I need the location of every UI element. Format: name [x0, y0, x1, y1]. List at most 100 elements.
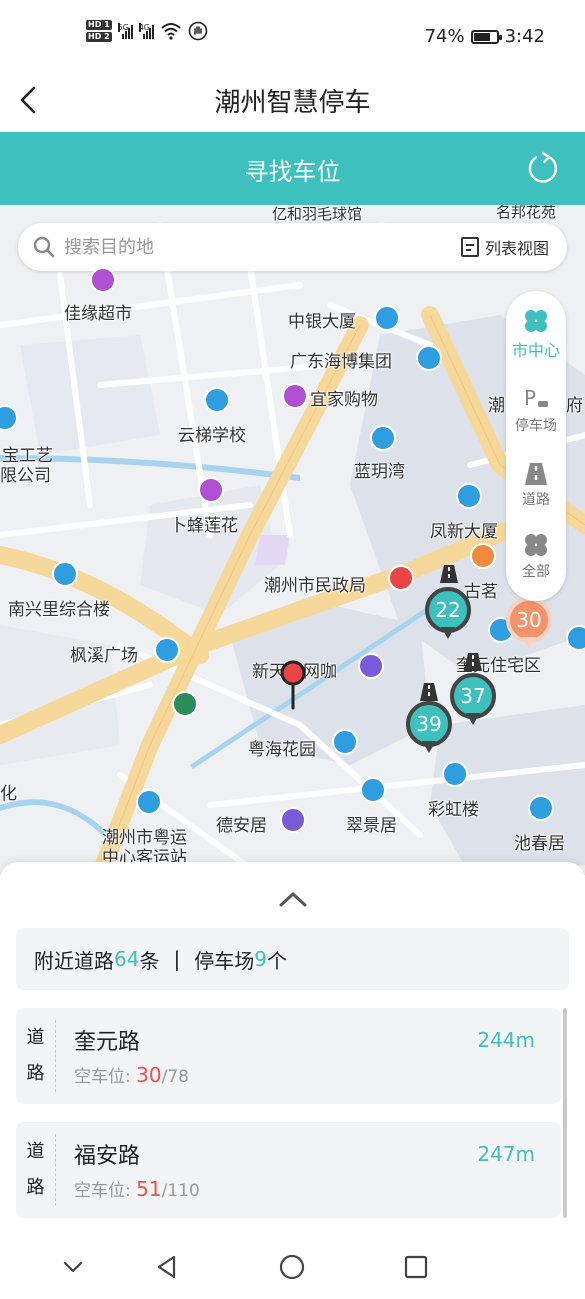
food-poi-icon[interactable]: [470, 543, 496, 569]
school-poi-icon[interactable]: [204, 387, 230, 413]
road-name: 奎元路: [74, 1030, 141, 1055]
office-poi-icon[interactable]: [374, 305, 400, 331]
filter-label: 道路: [522, 492, 550, 508]
search-input[interactable]: [64, 229, 434, 265]
system-nav-bar: [0, 1234, 585, 1299]
office-poi-icon[interactable]: [416, 345, 442, 371]
battery-percent: 74%: [424, 26, 465, 47]
residence-poi-icon[interactable]: [528, 795, 554, 821]
list-scrollbar[interactable]: [563, 1008, 567, 1218]
road-icon: [525, 463, 547, 485]
place-label: 府: [566, 396, 583, 416]
list-icon: [460, 237, 479, 257]
place-label: 化: [0, 784, 17, 804]
available-label: 空车位:: [74, 1067, 131, 1087]
status-icons-left: HD 1 HD 2 5G 4G: [86, 20, 208, 42]
shop-poi-icon[interactable]: [198, 477, 224, 503]
map-view[interactable]: 列表视图 亿和羽毛球馆 名邦花苑 佳缘超市 中银大厦 广东海博集团 宜家购物 潮…: [0, 205, 585, 875]
clover-icon: [525, 534, 547, 556]
parking-cluster-marker[interactable]: 22: [425, 587, 471, 643]
place-label: 潮州市民政局: [264, 576, 366, 596]
recents-square-icon[interactable]: [401, 1252, 431, 1282]
office-poi-icon[interactable]: [52, 561, 78, 587]
parking-cluster-marker[interactable]: 39: [406, 701, 452, 757]
section-title: 寻找车位: [244, 158, 341, 186]
road-name: 福安路: [74, 1144, 141, 1169]
place-label: 限公司: [0, 466, 51, 486]
location-pin-icon: [280, 660, 306, 710]
page-title: 潮州智慧停车: [214, 88, 371, 118]
road-count: 64: [114, 947, 140, 971]
place-label: 凤新大厦: [430, 522, 498, 542]
shop-poi-icon[interactable]: [282, 383, 308, 409]
park-poi-icon[interactable]: [172, 691, 198, 717]
distance: 244m: [477, 1028, 535, 1052]
place-label: 中银大厦: [288, 312, 356, 332]
road-unit: 条: [139, 948, 160, 973]
home-circle-icon[interactable]: [277, 1252, 307, 1282]
residence-poi-icon[interactable]: [442, 761, 468, 787]
status-bar: HD 1 HD 2 5G 4G 74% 3:42: [0, 0, 585, 70]
office-poi-icon[interactable]: [154, 637, 180, 663]
place-label: 广东海博集团: [290, 352, 392, 372]
nearby-summary: 附近道路 64 条 | 停车场 9 个: [16, 928, 569, 990]
residence-poi-icon[interactable]: [360, 777, 386, 803]
back-triangle-icon[interactable]: [152, 1252, 182, 1282]
total-count: /78: [161, 1067, 189, 1087]
distance: 247m: [477, 1142, 535, 1166]
office-poi-icon[interactable]: [456, 483, 482, 509]
battery-icon: [470, 29, 502, 44]
title-bar: 潮州智慧停车: [0, 70, 585, 132]
filter-label: 停车场: [515, 418, 557, 434]
place-label: 翠景居: [346, 816, 397, 836]
internet-cafe-poi-icon[interactable]: [358, 653, 384, 679]
road-prefix: 附近道路: [34, 948, 114, 973]
government-poi-icon[interactable]: [388, 565, 414, 591]
place-label: 彩虹楼: [428, 800, 479, 820]
chevron-down-icon[interactable]: [58, 1252, 88, 1282]
place-label: 卜蜂莲花: [170, 516, 238, 536]
wifi-icon: [161, 23, 181, 40]
hd-badge-1: HD 1: [86, 20, 112, 30]
road-list-item[interactable]: 道 路 福安路 空车位: 51/110 247m: [16, 1122, 561, 1218]
residence-poi-icon[interactable]: [370, 425, 396, 451]
road-list-item[interactable]: 道 路 奎元路 空车位: 30/78 244m: [16, 1008, 561, 1104]
item-type-char: 道: [26, 1141, 45, 1162]
bus-station-poi-icon[interactable]: [136, 789, 162, 815]
shop-poi-icon[interactable]: [90, 267, 116, 293]
map-filter-panel: 市中心 P 停车场 道路 全部: [506, 291, 566, 601]
clock: 3:42: [504, 26, 545, 47]
available-label: 空车位:: [74, 1181, 131, 1201]
place-label: 宜家购物: [310, 390, 378, 410]
hotel-poi-icon[interactable]: [280, 807, 306, 833]
hd-indicators: HD 1 HD 2: [86, 20, 112, 42]
clover-icon: [525, 310, 547, 332]
item-type: 道 路: [16, 1020, 56, 1092]
svg-text:P: P: [524, 386, 536, 410]
filter-label: 市中心: [511, 341, 560, 360]
item-type-char: 道: [26, 1027, 45, 1048]
total-count: /110: [161, 1181, 200, 1201]
signal-1-label: 5G: [117, 23, 129, 32]
place-label: 池春居: [514, 834, 565, 854]
parking-cluster-marker[interactable]: 30: [506, 597, 552, 653]
chevron-up-icon[interactable]: [278, 890, 308, 908]
lot-unit: 个: [266, 948, 287, 973]
status-icons-right: 74% 3:42: [425, 26, 545, 47]
place-label: 蓝玥湾: [354, 462, 405, 482]
battery-fill: [473, 32, 490, 41]
lot-count: 9: [254, 947, 267, 971]
residence-poi-icon[interactable]: [566, 625, 585, 651]
filter-parking-lot[interactable]: P 停车场: [506, 385, 566, 435]
parking-cluster-marker[interactable]: 37: [450, 673, 496, 729]
list-view-button[interactable]: 列表视图: [460, 235, 549, 259]
residence-poi-icon[interactable]: [332, 729, 358, 755]
search-bar: 列表视图: [18, 223, 567, 271]
filter-all[interactable]: 全部: [506, 531, 566, 581]
filter-city-center[interactable]: 市中心: [506, 307, 566, 361]
search-icon[interactable]: [32, 235, 56, 259]
road-marker-icon: [464, 653, 482, 671]
place-label: 亿和羽毛球馆: [272, 205, 363, 223]
refresh-icon[interactable]: [525, 150, 561, 186]
filter-road[interactable]: 道路: [506, 459, 566, 509]
